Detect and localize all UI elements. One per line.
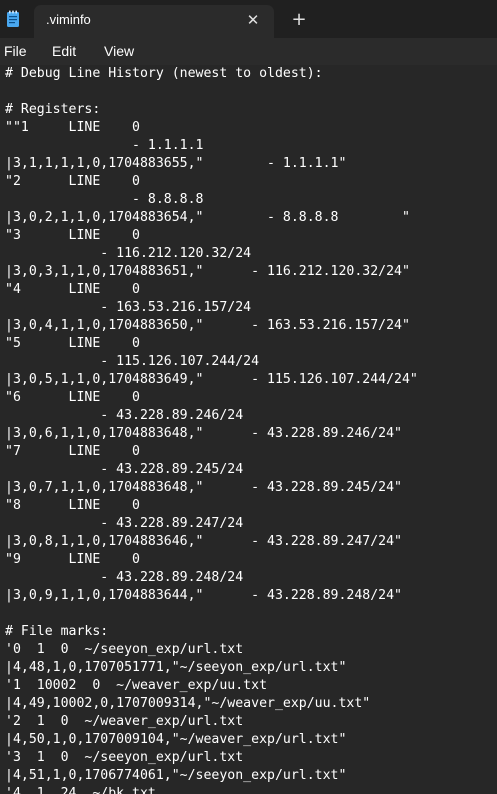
editor-lines: # Debug Line History (newest to oldest):… [5,65,418,794]
menu-bar: File Edit View [0,38,497,65]
editor-line: "4 LINE 0 [5,282,140,297]
editor-line: |3,0,9,1,1,0,1704883644," - 43.228.89.24… [5,588,402,603]
editor-line: |3,0,2,1,1,0,1704883654," - 8.8.8.8 " [5,210,410,225]
editor-line: |3,1,1,1,1,0,1704883655," - 1.1.1.1" [5,156,347,171]
editor-line: "5 LINE 0 [5,336,140,351]
editor-line: ""1 LINE 0 [5,120,140,135]
editor-line: |4,49,10002,0,1707009314,"~/weaver_exp/u… [5,696,371,711]
editor-line: '1 10002 0 ~/weaver_exp/uu.txt [5,678,268,693]
editor-line: "3 LINE 0 [5,228,140,243]
editor-line: '2 1 0 ~/weaver_exp/url.txt [5,714,244,729]
tab-viminfo[interactable]: .viminfo ✕ [34,5,274,38]
editor-line: - 163.53.216.157/24 [5,300,252,315]
editor-line: # Registers: [5,102,101,117]
new-tab-icon[interactable]: + [288,9,310,31]
editor-line: - 1.1.1.1 [5,138,204,153]
editor-line: |4,48,1,0,1707051771,"~/seeyon_exp/url.t… [5,660,347,675]
title-bar: .viminfo ✕ + [0,0,497,38]
editor-line: "8 LINE 0 [5,498,140,513]
editor-line: |4,51,1,0,1706774061,"~/seeyon_exp/url.t… [5,768,347,783]
text-editor[interactable]: # Debug Line History (newest to oldest):… [0,65,497,794]
tab-title: .viminfo [46,12,91,27]
editor-line: - 116.212.120.32/24 [5,246,252,261]
editor-line: '4 1 24 ~/bk.txt [5,786,156,794]
editor-line: - 43.228.89.247/24 [5,516,244,531]
editor-line: "9 LINE 0 [5,552,140,567]
menu-view[interactable]: View [104,43,134,59]
editor-line: |3,0,5,1,1,0,1704883649," - 115.126.107.… [5,372,418,387]
editor-line: |3,0,6,1,1,0,1704883648," - 43.228.89.24… [5,426,402,441]
notepad-icon [7,10,19,27]
editor-line: "7 LINE 0 [5,444,140,459]
editor-line: - 43.228.89.246/24 [5,408,244,423]
editor-line: - 8.8.8.8 [5,192,204,207]
editor-line: - 43.228.89.248/24 [5,570,244,585]
editor-line: - 43.228.89.245/24 [5,462,244,477]
close-tab-icon[interactable]: ✕ [242,9,264,31]
editor-line: "6 LINE 0 [5,390,140,405]
editor-line: '0 1 0 ~/seeyon_exp/url.txt [5,642,244,657]
editor-line: "2 LINE 0 [5,174,140,189]
editor-line: '3 1 0 ~/seeyon_exp/url.txt [5,750,244,765]
menu-edit[interactable]: Edit [52,43,76,59]
editor-line: |3,0,4,1,1,0,1704883650," - 163.53.216.1… [5,318,410,333]
editor-line: # File marks: [5,624,109,639]
editor-line: |3,0,7,1,1,0,1704883648," - 43.228.89.24… [5,480,402,495]
editor-line: |3,0,8,1,1,0,1704883646," - 43.228.89.24… [5,534,402,549]
editor-line: |3,0,3,1,1,0,1704883651," - 116.212.120.… [5,264,410,279]
editor-line: - 115.126.107.244/24 [5,354,260,369]
editor-line: |4,50,1,0,1707009104,"~/weaver_exp/url.t… [5,732,347,747]
editor-line: # Debug Line History (newest to oldest): [5,66,323,81]
menu-file[interactable]: File [4,43,27,59]
